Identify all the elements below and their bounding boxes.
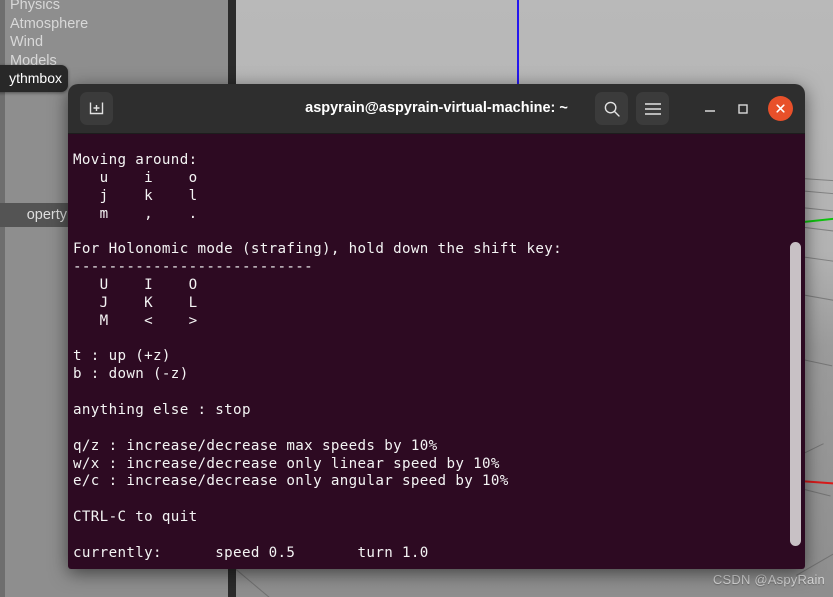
minimize-icon xyxy=(704,109,715,112)
maximize-button[interactable] xyxy=(726,92,759,125)
hamburger-menu-button[interactable] xyxy=(636,92,669,125)
z-axis-line xyxy=(517,0,519,88)
tree-item-wind[interactable]: Wind xyxy=(10,33,210,52)
tree-item-atmosphere[interactable]: Atmosphere xyxy=(10,15,210,34)
search-button[interactable] xyxy=(595,92,628,125)
rhythmbox-tooltip: ythmbox xyxy=(0,65,68,92)
screenshot-root: Physics Atmosphere Wind Models Lights yt… xyxy=(0,0,833,597)
new-tab-icon xyxy=(89,102,104,115)
maximize-icon xyxy=(737,103,748,114)
close-button[interactable] xyxy=(768,96,793,121)
terminal-output-area[interactable]: Moving around: u i o j k l m , . For Hol… xyxy=(68,134,805,569)
new-tab-button[interactable] xyxy=(80,92,113,125)
close-icon xyxy=(776,104,785,113)
property-tab[interactable]: operty xyxy=(0,203,70,227)
search-icon xyxy=(604,101,620,117)
watermark-text: CSDN @AspyRain xyxy=(712,572,825,587)
terminal-window[interactable]: aspyrain@aspyrain-virtual-machine: ~ Mov… xyxy=(68,84,805,569)
terminal-output-text: Moving around: u i o j k l m , . For Hol… xyxy=(73,152,563,561)
hamburger-icon xyxy=(644,102,661,115)
terminal-scrollbar-thumb[interactable] xyxy=(790,242,801,546)
tree-item-physics[interactable]: Physics xyxy=(10,0,210,15)
terminal-titlebar[interactable]: aspyrain@aspyrain-virtual-machine: ~ xyxy=(68,84,805,134)
minimize-button[interactable] xyxy=(693,92,726,125)
